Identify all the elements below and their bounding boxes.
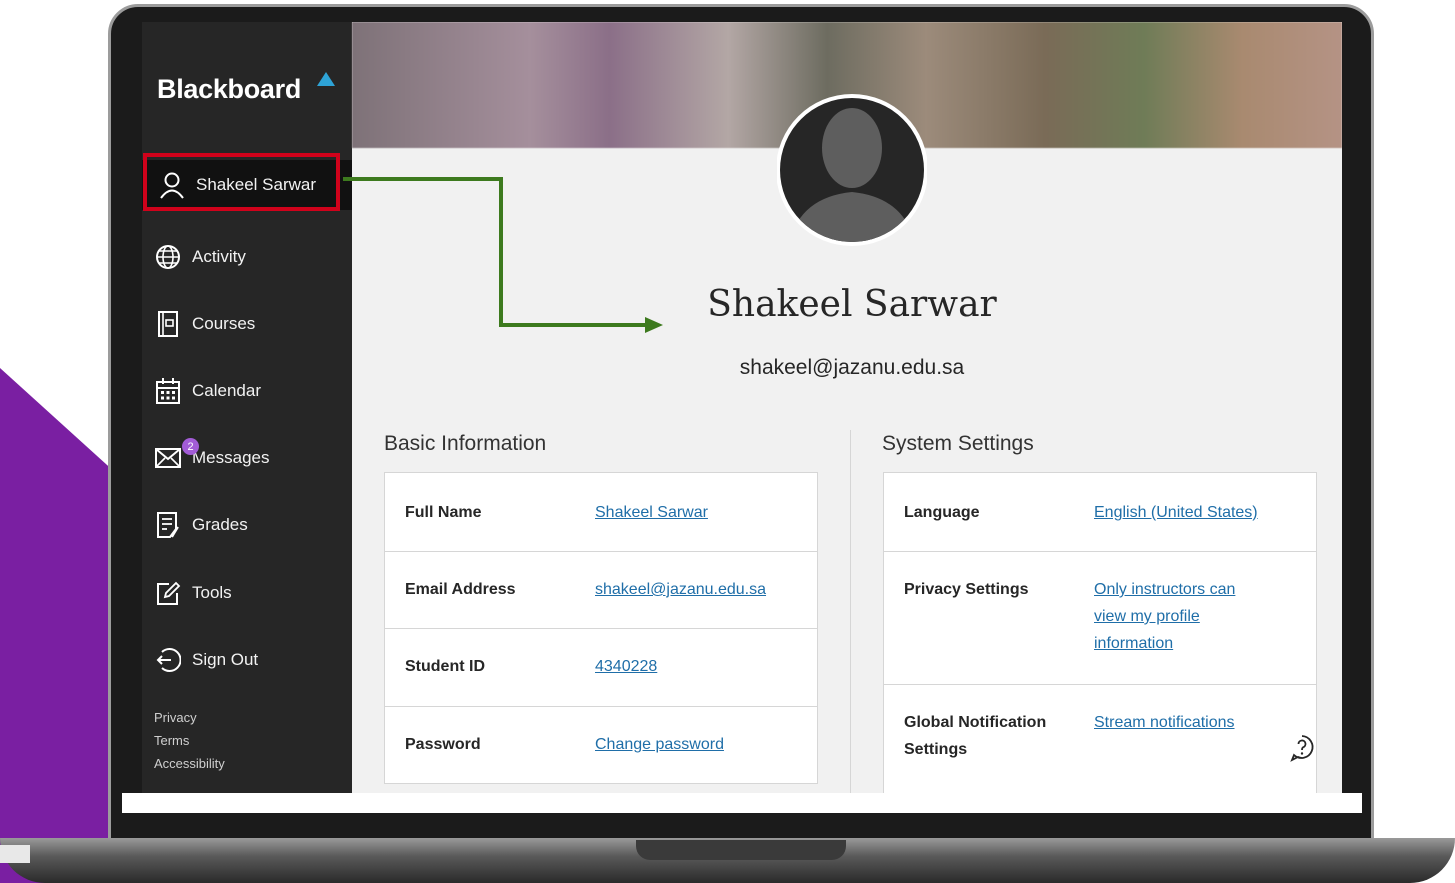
sidebar-footer-links: Privacy Terms Accessibility [154,706,225,775]
sidebar-item-label: Activity [192,247,246,266]
sidebar-item-grades[interactable]: Grades [142,500,352,550]
password-label: Password [405,736,481,753]
table-row: Student ID 4340228 [385,628,817,707]
stream-notifications-link[interactable]: Stream notifications [1094,709,1235,736]
label-line: Settings [904,741,968,758]
email-address-value[interactable]: shakeel@jazanu.edu.sa [595,576,766,603]
system-settings-table: Language English (United States) Privacy… [883,472,1317,793]
table-row: Global Notification Settings Stream noti… [884,684,1316,793]
sidebar: Blackboard Shakeel Sarwar Activity Cours… [142,22,352,793]
accessibility-link[interactable]: Accessibility [154,752,225,775]
system-settings-title: System Settings [882,432,1034,455]
label-line: Global Notification [904,714,1047,731]
table-row: Full Name Shakeel Sarwar [385,473,817,552]
sidebar-item-label: Calendar [192,381,261,400]
sidebar-item-label: Courses [192,314,256,333]
logo-mark-icon [317,72,335,86]
change-password-link[interactable]: Change password [595,731,724,758]
email-address-label: Email Address [405,581,516,598]
screen-bottom-bezel [122,793,1362,813]
globe-icon [154,243,182,271]
blackboard-logo: Blackboard [157,74,302,104]
laptop-notch [636,840,846,860]
full-name-value[interactable]: Shakeel Sarwar [595,499,708,526]
profile-name: Shakeel Sarwar [707,284,997,325]
privacy-value-line[interactable]: information [1094,630,1235,657]
language-label: Language [904,504,980,521]
table-row: Language English (United States) [884,473,1316,552]
calendar-icon [154,377,182,405]
tools-icon [154,579,182,607]
avatar[interactable] [776,80,928,258]
grades-icon [154,511,182,539]
language-value[interactable]: English (United States) [1094,499,1258,526]
sidebar-item-messages[interactable]: 2 Messages [142,433,352,483]
section-divider [850,430,851,793]
sidebar-item-courses[interactable]: Courses [142,299,352,349]
laptop-base-highlight [0,845,30,863]
app-screen: Blackboard Shakeel Sarwar Activity Cours… [142,22,1342,793]
privacy-settings-label: Privacy Settings [904,581,1029,598]
basic-info-title: Basic Information [384,432,547,455]
table-row: Email Address shakeel@jazanu.edu.sa [385,551,817,629]
envelope-icon: 2 [154,438,199,472]
sidebar-item-label: Grades [192,515,248,534]
student-id-label: Student ID [405,658,485,675]
terms-link[interactable]: Terms [154,729,225,752]
sidebar-item-label: Sign Out [192,650,259,669]
profile-highlight-box [143,153,340,211]
sidebar-item-sign-out[interactable]: Sign Out [142,635,352,685]
courses-icon [154,310,182,338]
sidebar-item-calendar[interactable]: Calendar [142,366,352,416]
global-notification-label: Global Notification Settings [904,709,1046,763]
basic-info-table: Full Name Shakeel Sarwar Email Address s… [384,472,818,784]
sidebar-item-activity[interactable]: Activity [142,232,352,282]
privacy-link[interactable]: Privacy [154,706,225,729]
help-icon[interactable] [1289,734,1315,762]
privacy-value-line[interactable]: Only instructors can [1094,576,1235,603]
table-row: Password Change password [385,706,817,784]
sign-out-icon [154,646,182,674]
sidebar-item-label: Messages [192,448,270,467]
sidebar-item-label: Tools [192,583,232,602]
profile-email: shakeel@jazanu.edu.sa [739,356,965,379]
privacy-value-line[interactable]: view my profile [1094,603,1235,630]
privacy-settings-value[interactable]: Only instructors can view my profile inf… [1094,576,1235,657]
messages-badge: 2 [182,438,199,455]
sidebar-item-tools[interactable]: Tools [142,568,352,618]
student-id-value[interactable]: 4340228 [595,653,657,680]
full-name-label: Full Name [405,504,482,521]
table-row: Privacy Settings Only instructors can vi… [884,551,1316,685]
